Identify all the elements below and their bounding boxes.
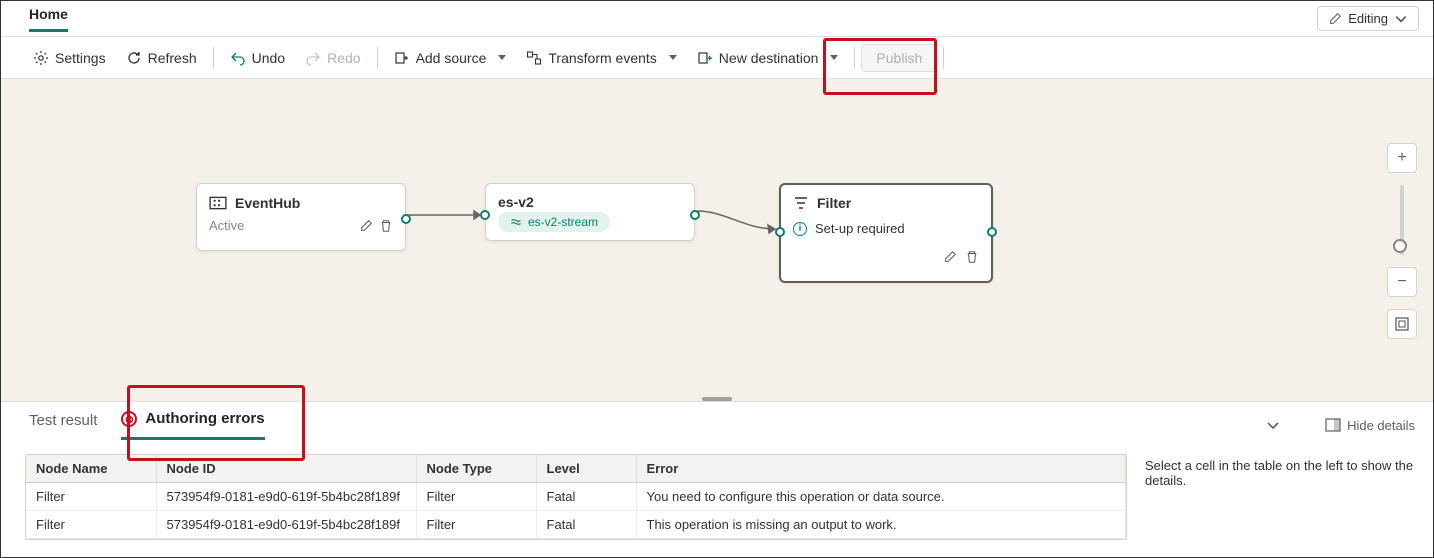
port-out[interactable] <box>987 227 997 237</box>
errors-table: Node Name Node ID Node Type Level Error … <box>25 454 1127 540</box>
cell-node-name[interactable]: Filter <box>26 511 156 539</box>
col-node-id[interactable]: Node ID <box>156 455 416 483</box>
add-source-button[interactable]: Add source <box>384 44 517 72</box>
redo-button: Redo <box>295 44 370 72</box>
editing-mode-button[interactable]: Editing <box>1317 6 1419 31</box>
hide-details-icon <box>1325 418 1341 432</box>
edit-icon[interactable] <box>359 219 373 233</box>
zoom-thumb[interactable] <box>1393 239 1407 253</box>
zoom-slider[interactable] <box>1400 185 1404 255</box>
table-row[interactable]: Filter573954f9-0181-e9d0-619f-5b4bc28f18… <box>26 483 1126 511</box>
tab-test-result[interactable]: Test result <box>29 412 97 439</box>
settings-button[interactable]: Settings <box>23 44 116 72</box>
transform-events-button[interactable]: Transform events <box>516 44 686 72</box>
node-eventhub[interactable]: EventHub Active <box>196 183 406 251</box>
col-error[interactable]: Error <box>636 455 1126 483</box>
table-row[interactable]: Filter573954f9-0181-e9d0-619f-5b4bc28f18… <box>26 511 1126 539</box>
publish-button: Publish <box>861 44 937 72</box>
refresh-icon <box>126 50 142 66</box>
zoom-out-button[interactable]: − <box>1387 267 1417 297</box>
col-node-type[interactable]: Node Type <box>416 455 536 483</box>
refresh-button[interactable]: Refresh <box>116 44 207 72</box>
col-node-name[interactable]: Node Name <box>26 455 156 483</box>
add-source-icon <box>394 50 410 66</box>
top-bar: Home Editing <box>1 1 1433 37</box>
canvas[interactable]: EventHub Active es-v2 es-v2-stream <box>1 79 1433 396</box>
eventhub-icon <box>209 194 227 212</box>
cell-node-name[interactable]: Filter <box>26 483 156 511</box>
col-level[interactable]: Level <box>536 455 636 483</box>
detail-panel: Select a cell in the table on the left t… <box>1145 454 1415 540</box>
toolbar-separator <box>854 47 855 69</box>
zoom-controls: + − <box>1387 143 1417 339</box>
edit-icon[interactable] <box>943 250 957 264</box>
cell-error[interactable]: You need to configure this operation or … <box>636 483 1126 511</box>
toolbar-separator <box>213 47 214 69</box>
stream-icon <box>510 216 522 228</box>
node-status: Active <box>209 218 244 233</box>
node-stream[interactable]: es-v2 es-v2-stream <box>485 183 695 241</box>
toolbar-separator <box>943 47 944 69</box>
undo-icon <box>230 50 246 66</box>
cell-node-id[interactable]: 573954f9-0181-e9d0-619f-5b4bc28f189f <box>156 511 416 539</box>
tab-home[interactable]: Home <box>29 6 68 32</box>
info-icon: i <box>793 222 807 236</box>
cell-node-type[interactable]: Filter <box>416 511 536 539</box>
node-title: es-v2 <box>498 194 534 210</box>
edge-eventhub-stream <box>406 209 488 221</box>
hide-details-button[interactable]: Hide details <box>1325 418 1415 433</box>
undo-button[interactable]: Undo <box>220 44 295 72</box>
node-filter[interactable]: Filter i Set-up required <box>779 183 993 283</box>
cell-error[interactable]: This operation is missing an output to w… <box>636 511 1126 539</box>
editing-label: Editing <box>1348 11 1388 26</box>
cell-level[interactable]: Fatal <box>536 511 636 539</box>
toolbar: Settings Refresh Undo Redo Add source Tr… <box>1 37 1433 79</box>
node-title: Filter <box>817 195 851 211</box>
tab-authoring-errors[interactable]: ⊗Authoring errors <box>121 410 264 441</box>
redo-icon <box>305 50 321 66</box>
zoom-fit-button[interactable] <box>1387 309 1417 339</box>
destination-icon <box>697 50 713 66</box>
filter-icon <box>793 195 809 211</box>
error-icon: ⊗ <box>121 411 137 427</box>
fit-icon <box>1394 316 1410 332</box>
cell-node-type[interactable]: Filter <box>416 483 536 511</box>
stream-pill: es-v2-stream <box>498 212 610 232</box>
chevron-down-icon <box>1394 12 1408 26</box>
delete-icon[interactable] <box>379 219 393 233</box>
pencil-icon <box>1328 12 1342 26</box>
node-title: EventHub <box>235 195 300 211</box>
toolbar-separator <box>377 47 378 69</box>
gear-icon <box>33 50 49 66</box>
chevron-down-icon <box>1265 417 1281 433</box>
cell-node-id[interactable]: 573954f9-0181-e9d0-619f-5b4bc28f189f <box>156 483 416 511</box>
zoom-in-button[interactable]: + <box>1387 143 1417 173</box>
cell-level[interactable]: Fatal <box>536 483 636 511</box>
delete-icon[interactable] <box>965 250 979 264</box>
bottom-panel: Test result ⊗Authoring errors Hide detai… <box>1 401 1433 548</box>
transform-icon <box>526 50 542 66</box>
edge-stream-filter <box>695 205 783 235</box>
new-destination-button[interactable]: New destination <box>687 44 849 72</box>
node-status: Set-up required <box>815 221 905 236</box>
collapse-chevron[interactable] <box>1265 417 1281 433</box>
